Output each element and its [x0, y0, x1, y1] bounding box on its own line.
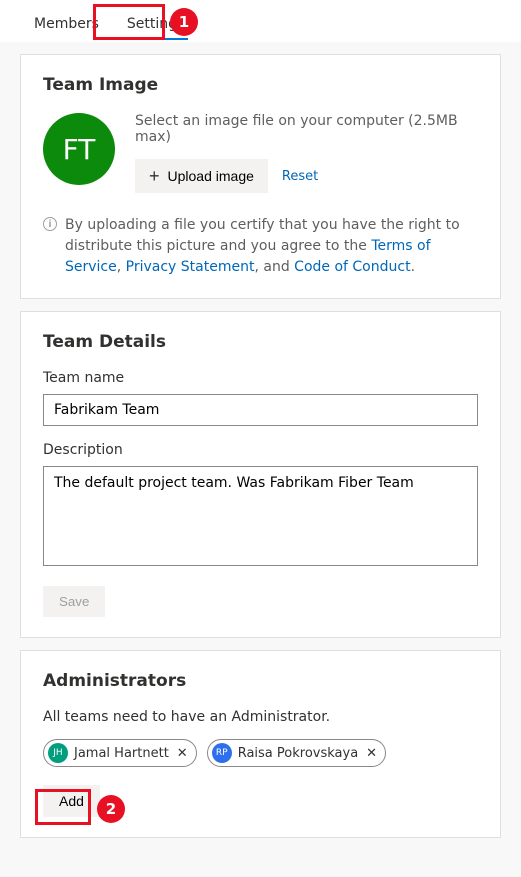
team-details-heading: Team Details	[43, 332, 478, 352]
admin-avatar: RP	[212, 743, 232, 763]
info-icon: i	[43, 217, 57, 231]
code-of-conduct-link[interactable]: Code of Conduct	[294, 259, 410, 275]
team-image-heading: Team Image	[43, 75, 478, 95]
admin-name: Jamal Hartnett	[74, 746, 169, 761]
admin-avatar: JH	[48, 743, 68, 763]
tab-bar: Members Settings 1	[0, 0, 521, 42]
reset-link[interactable]: Reset	[282, 169, 318, 184]
legal-text: By uploading a file you certify that you…	[65, 215, 478, 278]
administrators-heading: Administrators	[43, 671, 478, 691]
callout-number-2: 2	[97, 795, 125, 823]
upload-image-button[interactable]: + Upload image	[135, 159, 268, 193]
team-details-card: Team Details Team name Description Save	[20, 311, 501, 638]
remove-admin-icon[interactable]: ✕	[364, 746, 377, 761]
administrator-chip[interactable]: JH Jamal Hartnett ✕	[43, 739, 197, 767]
admin-name: Raisa Pokrovskaya	[238, 746, 358, 761]
team-avatar: FT	[43, 113, 115, 185]
add-administrator-button[interactable]: Add	[43, 785, 100, 817]
privacy-statement-link[interactable]: Privacy Statement	[126, 259, 255, 275]
team-name-label: Team name	[43, 370, 478, 386]
upload-hint: Select an image file on your computer (2…	[135, 113, 478, 145]
upload-image-label: Upload image	[168, 168, 254, 184]
administrator-chip-row: JH Jamal Hartnett ✕ RP Raisa Pokrovskaya ✕	[43, 739, 478, 767]
tab-members[interactable]: Members	[20, 8, 113, 42]
team-image-card: Team Image FT Select an image file on yo…	[20, 54, 501, 299]
remove-admin-icon[interactable]: ✕	[175, 746, 188, 761]
administrators-desc: All teams need to have an Administrator.	[43, 709, 478, 725]
description-textarea[interactable]	[43, 466, 478, 566]
plus-icon: +	[149, 167, 160, 185]
save-button[interactable]: Save	[43, 586, 105, 617]
tab-settings[interactable]: Settings	[113, 8, 198, 42]
description-label: Description	[43, 442, 478, 458]
administrator-chip[interactable]: RP Raisa Pokrovskaya ✕	[207, 739, 386, 767]
administrators-card: Administrators All teams need to have an…	[20, 650, 501, 838]
team-name-input[interactable]	[43, 394, 478, 426]
